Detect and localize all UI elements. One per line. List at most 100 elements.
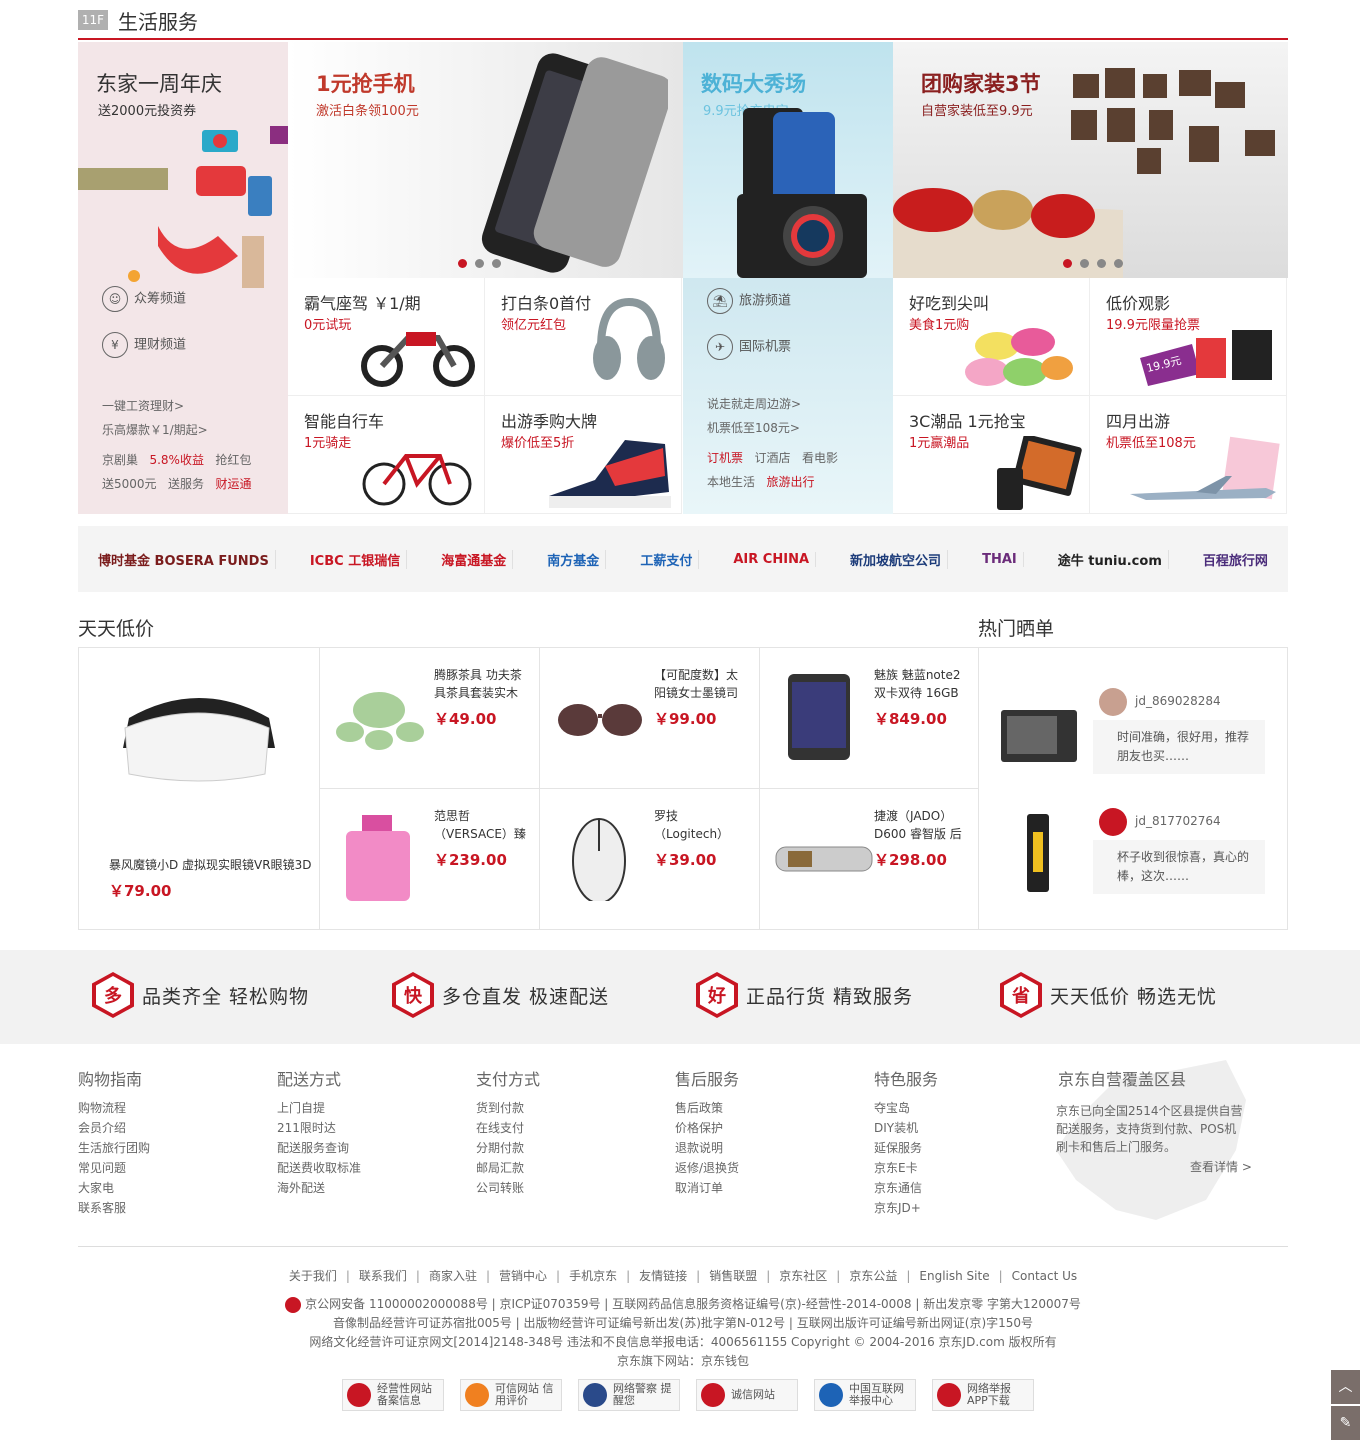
banner-home[interactable]: 团购家装3节 自营家装低至9.9元 bbox=[893, 42, 1288, 278]
tile-motorcycle[interactable]: 霸气座驾 ￥1/期 0元试玩 bbox=[288, 278, 485, 396]
link-salary-finance[interactable]: 一键工资理财> bbox=[102, 394, 282, 418]
link-local[interactable]: 本地生活 bbox=[707, 475, 755, 489]
product-card[interactable]: 捷渡（JADO）D600 睿智版 后视 ￥298.00 bbox=[759, 789, 979, 930]
coverage-more-link[interactable]: 查看详情 > bbox=[1190, 1158, 1252, 1175]
link-weekend[interactable]: 说走就走周边游> bbox=[707, 392, 887, 416]
footer-link[interactable]: 配送服务查询 bbox=[277, 1138, 361, 1158]
badge-report-app[interactable]: 网络举报 APP下载 bbox=[932, 1379, 1034, 1411]
footer-link[interactable]: 分期付款 bbox=[476, 1138, 540, 1158]
product-card[interactable]: 罗技（Logitech）M105 鼠 ￥39.00 bbox=[539, 789, 759, 930]
feedback-button[interactable]: ✎ bbox=[1331, 1406, 1360, 1440]
review-card[interactable]: jd_869028284 时间准确，很好用，推荐朋友也买…… bbox=[979, 678, 1288, 798]
footer-link[interactable]: 邮局汇款 bbox=[476, 1158, 540, 1178]
footer-link[interactable]: DIY装机 bbox=[874, 1118, 938, 1138]
tile-shoe[interactable]: 出游季购大牌 爆价低至5折 bbox=[485, 396, 682, 514]
badge-cyber-police[interactable]: 网络警察 提醒您 bbox=[578, 1379, 680, 1411]
product-card[interactable]: 范思哲（VERSACE）臻挚粉钻女士 ￥239.00 bbox=[319, 789, 539, 930]
logo-airchina[interactable]: AIR CHINA bbox=[727, 551, 817, 567]
promo-subtitle[interactable]: 送2000元投资券 bbox=[98, 100, 196, 119]
banner-phone[interactable]: 1元抢手机 激活白条领100元 bbox=[288, 42, 683, 278]
footer-link[interactable]: 购物流程 bbox=[78, 1098, 150, 1118]
footer-link[interactable]: 常见问题 bbox=[78, 1158, 150, 1178]
bottom-link[interactable]: 营销中心 bbox=[499, 1269, 547, 1283]
license-line[interactable]: 音像制品经营许可证苏宿批005号 | 出版物经营许可证编号新出发(苏)批字第N-… bbox=[78, 1314, 1288, 1333]
review-card[interactable]: jd_817702764 杯子收到很惊喜，真心的棒，这次…… bbox=[979, 798, 1288, 918]
bottom-link[interactable]: 关于我们 bbox=[289, 1269, 337, 1283]
footer-link[interactable]: 取消订单 bbox=[675, 1178, 739, 1198]
bottom-link[interactable]: 联系我们 bbox=[359, 1269, 407, 1283]
link-book-flight[interactable]: 订机票 bbox=[707, 451, 743, 465]
product-card[interactable]: 腾豚茶具 功夫茶具茶具套装实木 ￥49.00 bbox=[319, 648, 539, 789]
link-travel[interactable]: 旅游出行 bbox=[766, 475, 814, 489]
license-line[interactable]: 京东旗下网站：京东钱包 bbox=[78, 1352, 1288, 1371]
carousel-dots[interactable] bbox=[458, 259, 501, 268]
logo-icbc[interactable]: ICBC 工银瑞信 bbox=[304, 549, 408, 569]
logo-southern[interactable]: 南方基金 bbox=[541, 549, 607, 569]
footer-link[interactable]: 返修/退换货 bbox=[675, 1158, 739, 1178]
footer-link[interactable]: 会员介绍 bbox=[78, 1118, 150, 1138]
carousel-dots[interactable] bbox=[1063, 259, 1123, 268]
link-flight-108[interactable]: 机票低至108元> bbox=[707, 416, 887, 440]
bottom-link[interactable]: English Site bbox=[919, 1269, 989, 1283]
bottom-link[interactable]: 销售联盟 bbox=[709, 1269, 757, 1283]
crowdfund-channel-link[interactable]: ☺ 众筹频道 bbox=[102, 286, 186, 312]
logo-bosera[interactable]: 博时基金 BOSERA FUNDS bbox=[92, 549, 276, 569]
footer-link[interactable]: 售后政策 bbox=[675, 1098, 739, 1118]
logo-tuniu[interactable]: 途牛 tuniu.com bbox=[1052, 549, 1169, 569]
link-opera[interactable]: 京剧巢 bbox=[102, 453, 138, 467]
link-movie[interactable]: 看电影 bbox=[802, 451, 838, 465]
banner-digital[interactable]: 数码大秀场 9.9元抢充电宝 bbox=[683, 42, 893, 278]
logo-gongxin[interactable]: 工薪支付 bbox=[634, 549, 700, 569]
link-yield[interactable]: 5.8%收益 bbox=[149, 453, 204, 467]
bottom-link[interactable]: 手机京东 bbox=[569, 1269, 617, 1283]
footer-link[interactable]: 公司转账 bbox=[476, 1178, 540, 1198]
tile-flight[interactable]: 四月出游 机票低至108元 bbox=[1090, 396, 1287, 514]
logo-thai[interactable]: THAI bbox=[976, 551, 1024, 567]
bottom-link[interactable]: Contact Us bbox=[1012, 1269, 1078, 1283]
badge-business-record[interactable]: 经营性网站 备案信息 bbox=[342, 1379, 444, 1411]
footer-link[interactable]: 大家电 bbox=[78, 1178, 150, 1198]
promo-column-travel[interactable]: ⛱ 旅游频道 ✈ 国际机票 说走就走周边游> 机票低至108元> 订机票 订酒店 看… bbox=[683, 278, 893, 514]
footer-link[interactable]: 海外配送 bbox=[277, 1178, 361, 1198]
badge-report-center[interactable]: 中国互联网 举报中心 bbox=[814, 1379, 916, 1411]
footer-link[interactable]: 配送费收取标准 bbox=[277, 1158, 361, 1178]
logo-singapore[interactable]: 新加坡航空公司 bbox=[844, 549, 949, 569]
tile-bike[interactable]: 智能自行车 1元骑走 bbox=[288, 396, 485, 514]
footer-link[interactable]: 生活旅行团购 bbox=[78, 1138, 150, 1158]
footer-link[interactable]: 京东JD+ bbox=[874, 1198, 938, 1218]
footer-link[interactable]: 京东通信 bbox=[874, 1178, 938, 1198]
link-fortune[interactable]: 财运通 bbox=[215, 477, 251, 491]
badge-trusted-site[interactable]: 可信网站 信用评价 bbox=[460, 1379, 562, 1411]
bottom-link[interactable]: 京东社区 bbox=[779, 1269, 827, 1283]
back-to-top-button[interactable]: ︿ bbox=[1331, 1370, 1360, 1404]
promo-column-finance[interactable]: 东家一周年庆 送2000元投资券 ☺ 众筹频道 ¥ 理财频道 一键工资理财> 乐高爆… bbox=[78, 42, 288, 514]
bottom-link[interactable]: 京东公益 bbox=[849, 1269, 897, 1283]
tile-movie[interactable]: 低价观影 19.9元限量抢票 19.9元 bbox=[1090, 278, 1287, 396]
travel-channel-link[interactable]: ⛱ 旅游频道 bbox=[707, 288, 791, 314]
link-5000[interactable]: 送5000元 bbox=[102, 477, 157, 491]
promo-title[interactable]: 东家一周年庆 bbox=[96, 68, 222, 98]
footer-link[interactable]: 价格保护 bbox=[675, 1118, 739, 1138]
product-card-big[interactable]: 暴风魔镜小D 虚拟现实眼镜VR眼镜3D ￥79.00 bbox=[79, 648, 319, 929]
link-book-hotel[interactable]: 订酒店 bbox=[754, 451, 790, 465]
footer-link[interactable]: 211限时达 bbox=[277, 1118, 361, 1138]
footer-link[interactable]: 货到付款 bbox=[476, 1098, 540, 1118]
footer-link[interactable]: 联系客服 bbox=[78, 1198, 150, 1218]
footer-link[interactable]: 夺宝岛 bbox=[874, 1098, 938, 1118]
tile-macaron[interactable]: 好吃到尖叫 美食1元购 bbox=[893, 278, 1090, 396]
footer-link[interactable]: 上门自提 bbox=[277, 1098, 361, 1118]
footer-link[interactable]: 在线支付 bbox=[476, 1118, 540, 1138]
logo-baicheng[interactable]: 百程旅行网 bbox=[1197, 550, 1274, 569]
tile-3c[interactable]: 3C潮品 1元抢宝 1元赢潮品 bbox=[893, 396, 1090, 514]
product-card[interactable]: 【可配度数】太阳镜女士墨镜司 ￥99.00 bbox=[539, 648, 759, 789]
tile-headphone[interactable]: 打白条0首付 领亿元红包 bbox=[485, 278, 682, 396]
bottom-link[interactable]: 商家入驻 bbox=[429, 1269, 477, 1283]
footer-link[interactable]: 退款说明 bbox=[675, 1138, 739, 1158]
link-redpacket[interactable]: 抢红包 bbox=[215, 453, 251, 467]
bottom-link[interactable]: 友情链接 bbox=[639, 1269, 687, 1283]
link-lego[interactable]: 乐高爆款￥1/期起> bbox=[102, 418, 282, 442]
license-line[interactable]: 网络文化经营许可证京网文[2014]2148-348号 违法和不良信息举报电话：… bbox=[78, 1333, 1288, 1352]
logo-hft[interactable]: 海富通基金 bbox=[435, 549, 514, 569]
footer-link[interactable]: 京东E卡 bbox=[874, 1158, 938, 1178]
finance-channel-link[interactable]: ¥ 理财频道 bbox=[102, 332, 186, 358]
